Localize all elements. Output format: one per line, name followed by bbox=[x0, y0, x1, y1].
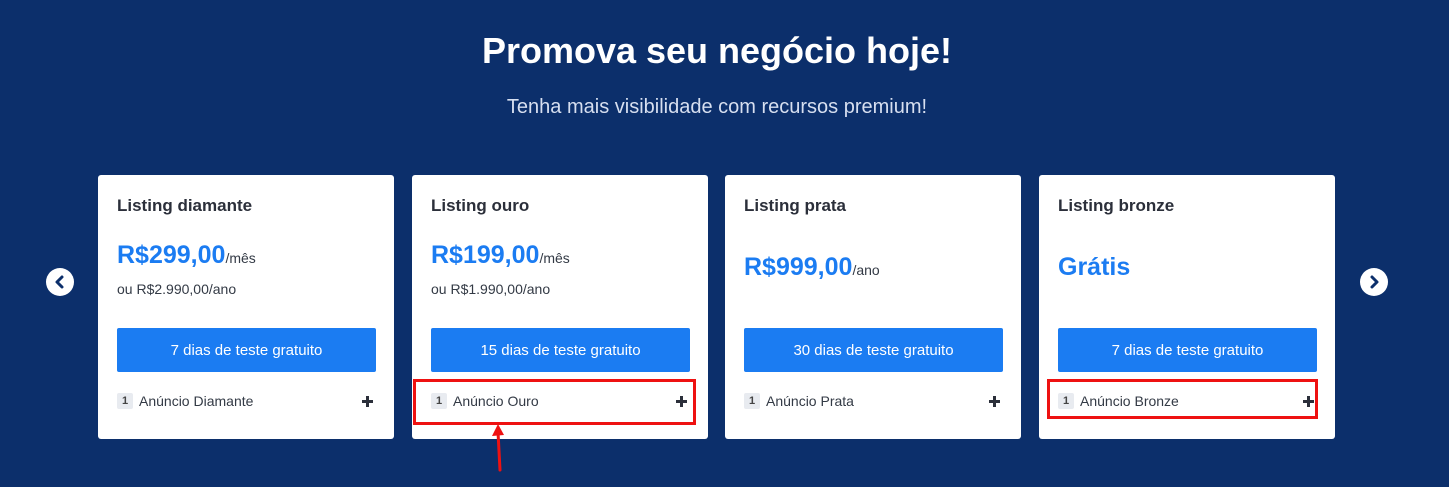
feature-label: Anúncio Prata bbox=[766, 393, 854, 409]
plus-icon[interactable] bbox=[1303, 394, 1317, 408]
trial-button[interactable]: 15 dias de teste gratuito bbox=[431, 328, 690, 372]
plan-name: Listing bronze bbox=[1058, 196, 1175, 215]
plan-period: /mês bbox=[225, 250, 256, 266]
feature-label: Anúncio Bronze bbox=[1080, 393, 1179, 409]
feature-label: Anúncio Ouro bbox=[453, 393, 539, 409]
trial-button[interactable]: 30 dias de teste gratuito bbox=[744, 328, 1003, 372]
quantity-badge: 1 bbox=[117, 393, 133, 409]
quantity-badge: 1 bbox=[1058, 393, 1074, 409]
feature-row[interactable]: 1 Anúncio Prata bbox=[744, 391, 1003, 411]
feature-row[interactable]: 1 Anúncio Bronze bbox=[1058, 391, 1317, 411]
carousel-next-button[interactable] bbox=[1360, 268, 1388, 296]
plan-price: R$199,00 bbox=[431, 241, 540, 269]
price-row: R$299,00/mês bbox=[117, 241, 256, 270]
quantity-badge: 1 bbox=[431, 393, 447, 409]
plus-icon[interactable] bbox=[676, 394, 690, 408]
trial-button[interactable]: 7 dias de teste gratuito bbox=[1058, 328, 1317, 372]
feature-label: Anúncio Diamante bbox=[139, 393, 254, 409]
plus-icon[interactable] bbox=[989, 394, 1003, 408]
plan-name: Listing prata bbox=[744, 196, 847, 215]
carousel-prev-button[interactable] bbox=[46, 268, 74, 296]
feature-row[interactable]: 1 Anúncio Diamante bbox=[117, 391, 376, 411]
plan-card-bronze: Listing bronze Grátis 7 dias de teste gr… bbox=[1039, 175, 1335, 439]
plan-card-ouro: Listing ouro R$199,00/mês ou R$1.990,00/… bbox=[412, 175, 708, 439]
plan-price: Grátis bbox=[1058, 253, 1131, 281]
page-title: Promova seu negócio hoje! bbox=[481, 30, 953, 71]
plan-alt-price: ou R$2.990,00/ano bbox=[117, 281, 237, 297]
plan-period: /mês bbox=[539, 250, 570, 266]
plan-period: /ano bbox=[852, 262, 880, 278]
plan-name: Listing diamante bbox=[117, 196, 253, 215]
plan-price: R$299,00 bbox=[117, 241, 226, 269]
page-subtitle: Tenha mais visibilidade com recursos pre… bbox=[506, 96, 928, 118]
plan-name: Listing ouro bbox=[431, 196, 530, 215]
plus-icon[interactable] bbox=[362, 394, 376, 408]
price-row: R$999,00/ano bbox=[744, 253, 880, 282]
quantity-badge: 1 bbox=[744, 393, 760, 409]
chevron-left-icon bbox=[55, 275, 64, 289]
plan-card-prata: Listing prata R$999,00/ano 30 dias de te… bbox=[725, 175, 1021, 439]
plan-alt-price: ou R$1.990,00/ano bbox=[431, 281, 551, 297]
promo-section: Promova seu negócio hoje! Tenha mais vis… bbox=[0, 0, 1449, 487]
feature-row[interactable]: 1 Anúncio Ouro bbox=[431, 391, 690, 411]
plan-price: R$999,00 bbox=[744, 253, 853, 281]
plan-card-diamante: Listing diamante R$299,00/mês ou R$2.990… bbox=[98, 175, 394, 439]
price-row: Grátis bbox=[1058, 253, 1130, 282]
trial-button[interactable]: 7 dias de teste gratuito bbox=[117, 328, 376, 372]
price-row: R$199,00/mês bbox=[431, 241, 570, 270]
chevron-right-icon bbox=[1370, 275, 1379, 289]
